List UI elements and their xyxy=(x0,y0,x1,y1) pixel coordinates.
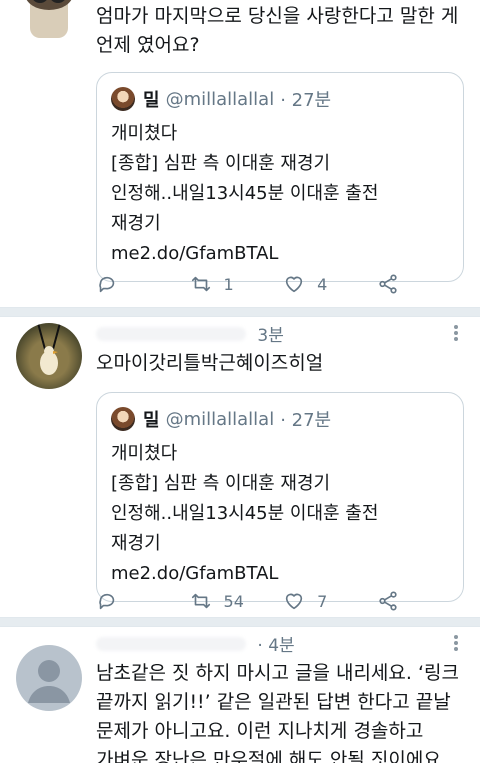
like-button[interactable]: 7 xyxy=(283,590,377,612)
heart-icon xyxy=(285,276,303,293)
quoted-line: 인정해..내일13시45분 이대훈 출전 xyxy=(111,183,379,204)
tweet-time: · 4분 xyxy=(257,636,295,656)
quoted-line: 인정해..내일13시45분 이대훈 출전 xyxy=(111,503,379,524)
quoted-avatar xyxy=(111,407,135,431)
avatar-sheep[interactable] xyxy=(16,0,82,40)
reply-icon xyxy=(99,276,115,293)
quoted-handle: @millallallal xyxy=(165,88,275,110)
quoted-time: · 27분 xyxy=(280,410,332,431)
tweet-divider xyxy=(0,307,480,317)
quoted-time: · 27분 xyxy=(280,90,332,111)
quoted-tweet[interactable]: 밀 @millallallal · 27분 개미쳤다 [종합] 심판 측 이대훈… xyxy=(96,72,464,282)
share-icon xyxy=(378,591,397,611)
quoted-name: 밀 xyxy=(143,90,160,111)
retweet-count: 1 xyxy=(223,274,234,294)
tweet-time: 3분 xyxy=(257,326,284,346)
tweet-1[interactable]: 엄마가 마지막으로 당신을 사랑한다고 말한 게 언제 였어요? 밀 @mill… xyxy=(0,0,480,307)
retweet-icon xyxy=(191,276,210,292)
quoted-link[interactable]: me2.do/GfamBTAL xyxy=(111,559,449,589)
like-count: 4 xyxy=(317,274,328,294)
more-dots-icon[interactable] xyxy=(454,633,460,653)
reply-button[interactable] xyxy=(96,590,190,612)
share-button[interactable] xyxy=(377,273,416,295)
like-count: 7 xyxy=(317,591,328,611)
quoted-avatar xyxy=(111,87,135,111)
quoted-line: [종합] 심판 측 이대훈 재경기 xyxy=(111,473,331,494)
quoted-line: 개미쳤다 xyxy=(111,123,178,144)
quoted-name: 밀 xyxy=(143,410,160,431)
avatar-default[interactable] xyxy=(16,645,82,711)
quoted-handle: @millallallal xyxy=(165,408,275,430)
reply-icon xyxy=(99,593,115,610)
default-user-icon xyxy=(28,660,70,703)
sheep-avatar-icon xyxy=(26,0,72,38)
avatar-duck[interactable] xyxy=(16,323,82,389)
author-name-blurred xyxy=(96,636,246,651)
tweet-text: 오마이갓리틀박근혜이즈히얼 xyxy=(96,352,324,374)
retweet-icon xyxy=(191,593,210,609)
heart-icon xyxy=(285,593,303,610)
author-name-blurred xyxy=(96,326,246,341)
quoted-tweet[interactable]: 밀 @millallallal · 27분 개미쳤다 [종합] 심판 측 이대훈… xyxy=(96,392,464,602)
tweet-2[interactable]: 3분 오마이갓리틀박근혜이즈히얼 밀 @millallallal · 27분 개… xyxy=(0,317,480,623)
quoted-line: [종합] 심판 측 이대훈 재경기 xyxy=(111,153,331,174)
quoted-link[interactable]: me2.do/GfamBTAL xyxy=(111,239,449,269)
quoted-line: 재경기 xyxy=(111,213,161,234)
more-dots-icon[interactable] xyxy=(454,323,460,343)
quoted-line: 개미쳤다 xyxy=(111,443,178,464)
like-button[interactable]: 4 xyxy=(283,273,377,295)
duck-avatar-icon xyxy=(37,323,61,375)
share-button[interactable] xyxy=(377,590,416,612)
share-icon xyxy=(378,274,397,294)
tweet-3[interactable]: · 4분 남초같은 짓 하지 마시고 글을 내리세요. ‘링크 끝까지 읽기!!… xyxy=(0,627,480,763)
tweet-divider xyxy=(0,617,480,627)
retweet-count: 54 xyxy=(223,591,244,611)
tweet-text: 남초같은 짓 하지 마시고 글을 내리세요. ‘링크 끝까지 읽기!!’ 같은 … xyxy=(96,662,459,763)
tweet-text: 엄마가 마지막으로 당신을 사랑한다고 말한 게 언제 였어요? xyxy=(96,5,459,56)
reply-button[interactable] xyxy=(96,273,190,295)
quoted-line: 재경기 xyxy=(111,533,161,554)
retweet-button[interactable]: 1 xyxy=(190,273,284,295)
retweet-button[interactable]: 54 xyxy=(190,590,284,612)
